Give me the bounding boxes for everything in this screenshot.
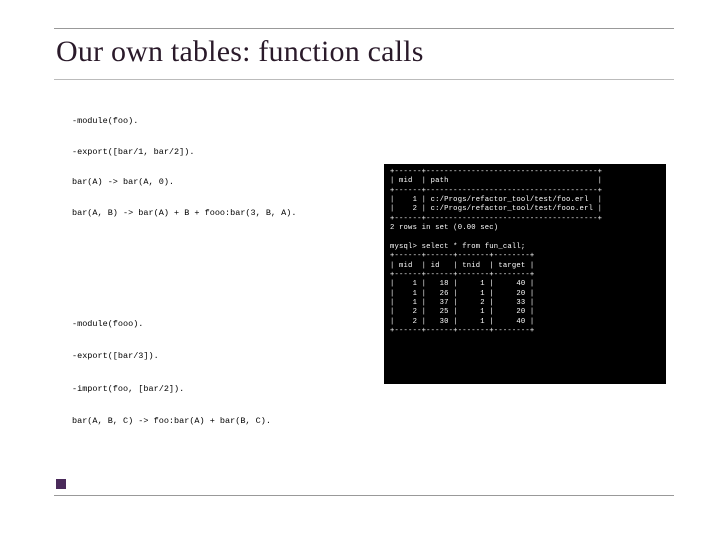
slide-content: -module(foo). -export([bar/1, bar/2]). b… — [54, 80, 674, 492]
slide-title: Our own tables: function calls — [54, 29, 674, 80]
erlang-code-fooo: -module(fooo). -export([bar/3]). -import… — [72, 316, 382, 429]
erlang-code-foo: -module(foo). -export([bar/1, bar/2]). b… — [72, 114, 372, 221]
mysql-terminal-output: +------+--------------------------------… — [384, 164, 666, 384]
decorative-square — [56, 479, 66, 489]
slide-frame: Our own tables: function calls -module(f… — [54, 28, 674, 496]
